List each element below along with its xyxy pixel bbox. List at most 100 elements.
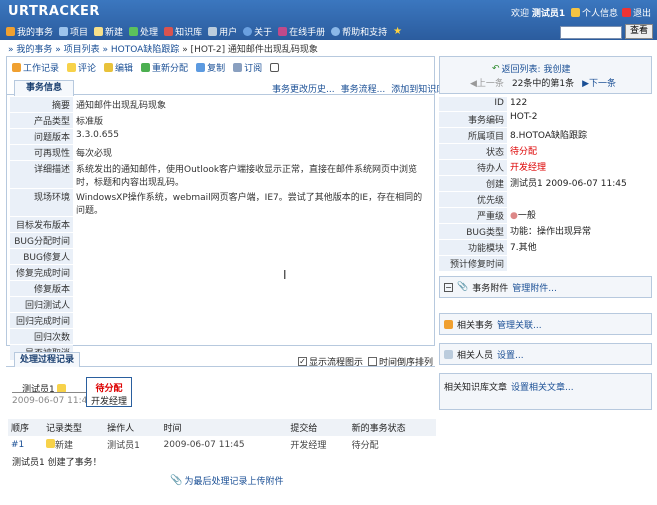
paperclip-icon: 📎 [457,282,469,292]
edit-button[interactable]: 编辑 [104,61,133,74]
crumb-project-list[interactable]: » 项目列表 [55,45,99,55]
back-arrow-icon: ↶ [492,63,500,74]
checkbox-unchecked[interactable] [368,357,377,366]
people-settings-link[interactable]: 设置... [497,348,524,361]
meta-row: 状态 待分配 [439,143,652,160]
help-icon [331,26,341,36]
copy-button[interactable]: 复制 [196,61,225,74]
meta-row: 预计修复时间 [439,255,652,272]
upload-attachment-link[interactable]: 📎 为最后处理记录上传附件 [170,474,283,487]
nav-users[interactable]: 用户 [208,24,237,38]
issue-fields: 摘要 通知邮件出现乱码现象 产品类型 标准版 问题版本 3.3.0.655 可再现性每… [10,97,434,361]
table-row: #1 新建 测试员1 2009-06-07 11:45 开发经理 待分配 [8,436,436,453]
workflow-link[interactable]: 事务流程... [341,82,386,95]
flow-state-box: 待分配 开发经理 [86,377,132,407]
home-icon [6,26,15,36]
nav-new[interactable]: 新建 [94,24,123,38]
manual-icon [278,26,288,36]
copy-icon [196,63,206,72]
attachments-box: − 📎 事务附件 管理附件... [439,276,652,298]
meta-row: 严重级 ●一般 [439,207,652,224]
field-row: 回归次数 [10,328,434,345]
tab-history[interactable]: 处理过程记录 [14,352,80,367]
history-note: 测试员1 创建了事务！ [12,458,102,468]
issue-links: 事务更改历史... 事务流程... 添加到知识库 [272,82,445,95]
history-table: 顺序 记录类型 操作人 时间 提交给 新的事务状态 #1 新建 测试员1 200… [8,419,436,453]
field-row: 摘要 通知邮件出现乱码现象 [10,97,434,113]
meta-row: 功能模块 7.其他 [439,239,652,256]
reassign-icon [141,63,151,72]
nav-my-tasks[interactable]: 我的事务 [6,24,53,38]
nav-manual[interactable]: 在线手册 [278,24,325,38]
record-link[interactable]: #1 [8,436,43,453]
subscribe-button[interactable]: 订阅 [233,61,262,74]
breadcrumb: » 我的事务 » 项目列表 » HOTOA缺陷跟踪 » [HOT-2] 通知邮件… [8,42,318,55]
change-history-link[interactable]: 事务更改历史... [272,82,335,95]
related-kb-box: 相关知识库文章 设置相关文章... [439,373,652,410]
checkbox-checked[interactable]: ✓ [298,357,307,366]
current-user: 测试员1 [531,9,566,19]
manage-related-link[interactable]: 管理关联... [497,318,542,331]
prev-button[interactable]: ◀上一条 [470,76,504,89]
field-row: 现场环境 WindowsXP操作系统，webmail网页客户端，IE7。尝试了其他… [10,188,434,217]
tab-issue-info[interactable]: 事务信息 [14,80,74,96]
field-row: 问题版本 3.3.0.655 [10,128,434,145]
crumb-project[interactable]: » HOTOA缺陷跟踪 [103,45,180,55]
text-cursor-icon: I [283,268,287,282]
app-logo[interactable]: URTRACKER [8,4,100,19]
flow-state: 待分配 [95,384,123,394]
issue-meta: ID 122 事务编码 HOT-2 所属项目 8.HOTOA缺陷跟踪 状态 待分配 待办… [439,97,652,272]
main-nav: 我的事务 项目 新建 处理 知识库 用户 关于 在线手册 帮助和支持 ★ [6,24,402,38]
nav-about[interactable]: 关于 [243,24,272,38]
crumb-my-tasks[interactable]: » 我的事务 [8,45,52,55]
profile-link[interactable]: 个人信息 [571,6,618,19]
flow-owner: 开发经理 [90,397,127,407]
field-row: BUG修复人 [10,248,434,265]
meta-row: 优先级 [439,191,652,208]
meta-row: 所属项目 8.HOTOA缺陷跟踪 [439,127,652,144]
back-to-list-link[interactable]: ↶ 返回列表: 我创建 [492,62,570,76]
flow-line [12,392,86,393]
pencil-icon [104,63,114,72]
field-row: 可再现性 每次必现 [10,144,434,161]
next-button[interactable]: ▶下一条 [582,76,616,89]
print-button[interactable] [270,61,280,74]
users-icon [444,349,453,359]
comment-button[interactable]: 评论 [67,61,96,74]
info-icon [243,26,253,36]
nav-knowledge[interactable]: 知识库 [164,24,202,38]
search-button[interactable]: 查看 [625,24,653,39]
nav-star[interactable]: ★ [393,24,402,38]
users-icon [208,26,218,36]
table-header: 顺序 记录类型 操作人 时间 提交给 新的事务状态 [8,419,436,436]
project-icon [59,26,69,36]
manage-attachments-link[interactable]: 管理附件... [512,281,557,294]
user-icon [571,8,580,17]
nav-help[interactable]: 帮助和支持 [331,24,387,38]
kb-settings-link[interactable]: 设置相关文章... [511,380,574,393]
field-row: 修复完成时间 [10,264,434,281]
welcome-text: 欢迎 测试员1 [511,9,566,19]
nav-projects[interactable]: 项目 [59,24,88,38]
page-position: 22条中的第1条 [511,79,575,89]
collapse-icon[interactable]: − [444,282,453,292]
logout-link[interactable]: 退出 [622,6,651,19]
add-to-kb-link[interactable]: 添加到知识库 [391,82,445,95]
meta-row: 事务编码 HOT-2 [439,111,652,128]
related-people-box: 相关人员 设置... [439,343,652,365]
show-flow-toggle[interactable]: ✓ 显示流程图示 [298,355,363,368]
field-row: 产品类型 标准版 [10,112,434,129]
issue-toolbar: 工作记录 评论 编辑 重新分配 复制 订阅 [12,61,280,74]
book-icon [164,26,174,36]
field-row: 回归测试人 [10,296,434,313]
field-row: 修复版本 [10,280,434,297]
field-row: BUG分配时间 [10,232,434,249]
search-input[interactable] [560,26,622,39]
reverse-order-toggle[interactable]: 时间倒序排列 [368,355,433,368]
reassign-button[interactable]: 重新分配 [141,61,188,74]
field-row: 目标发布版本 [10,216,434,233]
meta-row: BUG类型 功能：操作出现异常 [439,223,652,240]
work-log-button[interactable]: 工作记录 [12,61,59,74]
nav-process[interactable]: 处理 [129,24,158,38]
flow-start-date: 2009-06-07 11:45 [12,396,94,406]
